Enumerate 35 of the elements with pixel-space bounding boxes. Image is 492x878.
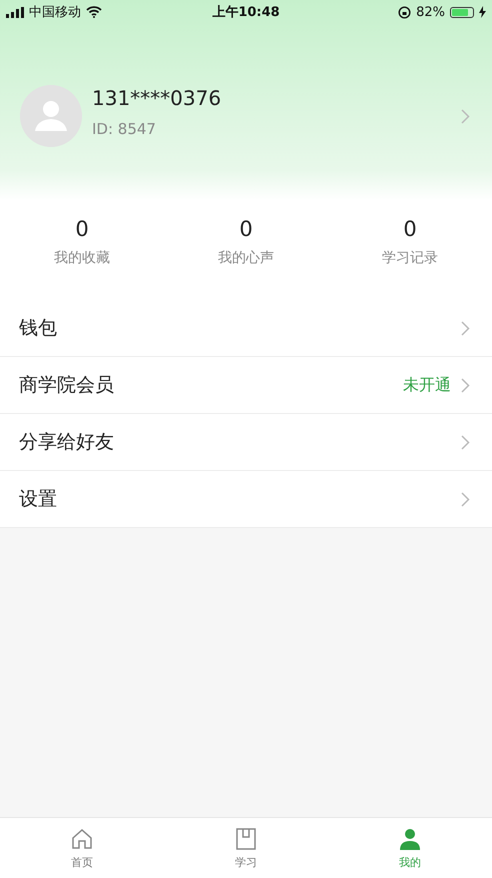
menu-item[interactable]: 钱包 (0, 300, 492, 357)
chevron-icon (461, 108, 470, 124)
chevron-icon (461, 492, 470, 506)
menu-item[interactable]: 设置 (0, 471, 492, 528)
battery-percent: 82% (416, 4, 446, 20)
user-name: 131****0376 (92, 86, 222, 110)
menu-label: 钱包 (19, 316, 58, 341)
status-text: 未开通 (403, 374, 451, 396)
chevron-icon (461, 320, 470, 336)
signal-icon (6, 6, 24, 18)
stat-label[interactable]: 我的收藏 (54, 249, 110, 267)
tab[interactable]: 首页 (0, 818, 164, 878)
menu-item[interactable]: 商学院会员 未开通 (0, 357, 492, 414)
menu-item[interactable]: 分享给好友 (0, 414, 492, 471)
home-icon (70, 826, 94, 850)
stat-count: 0 (239, 217, 253, 241)
stat-label[interactable]: 学习记录 (382, 249, 438, 267)
charging-icon (479, 6, 486, 18)
menu-label: 商学院会员 (19, 373, 115, 398)
menu-label: 设置 (19, 487, 58, 512)
stat-label[interactable]: 我的心声 (218, 249, 274, 267)
user-id: ID: 8547 (92, 120, 157, 138)
book-icon (235, 826, 257, 850)
stat-count: 0 (75, 217, 89, 241)
wifi-icon (86, 6, 102, 18)
stat-count: 0 (403, 217, 417, 241)
rotation-lock-icon (398, 6, 412, 18)
carrier-name: 中国移动 (29, 4, 81, 21)
clock-time: 上午10:48 (212, 4, 280, 21)
tab[interactable]: 学习 (164, 818, 328, 878)
chevron-icon (461, 434, 470, 450)
tab[interactable]: 我的 (328, 818, 492, 878)
menu-label: 分享给好友 (19, 430, 115, 455)
person-icon (398, 826, 422, 850)
chevron-icon (461, 378, 470, 392)
